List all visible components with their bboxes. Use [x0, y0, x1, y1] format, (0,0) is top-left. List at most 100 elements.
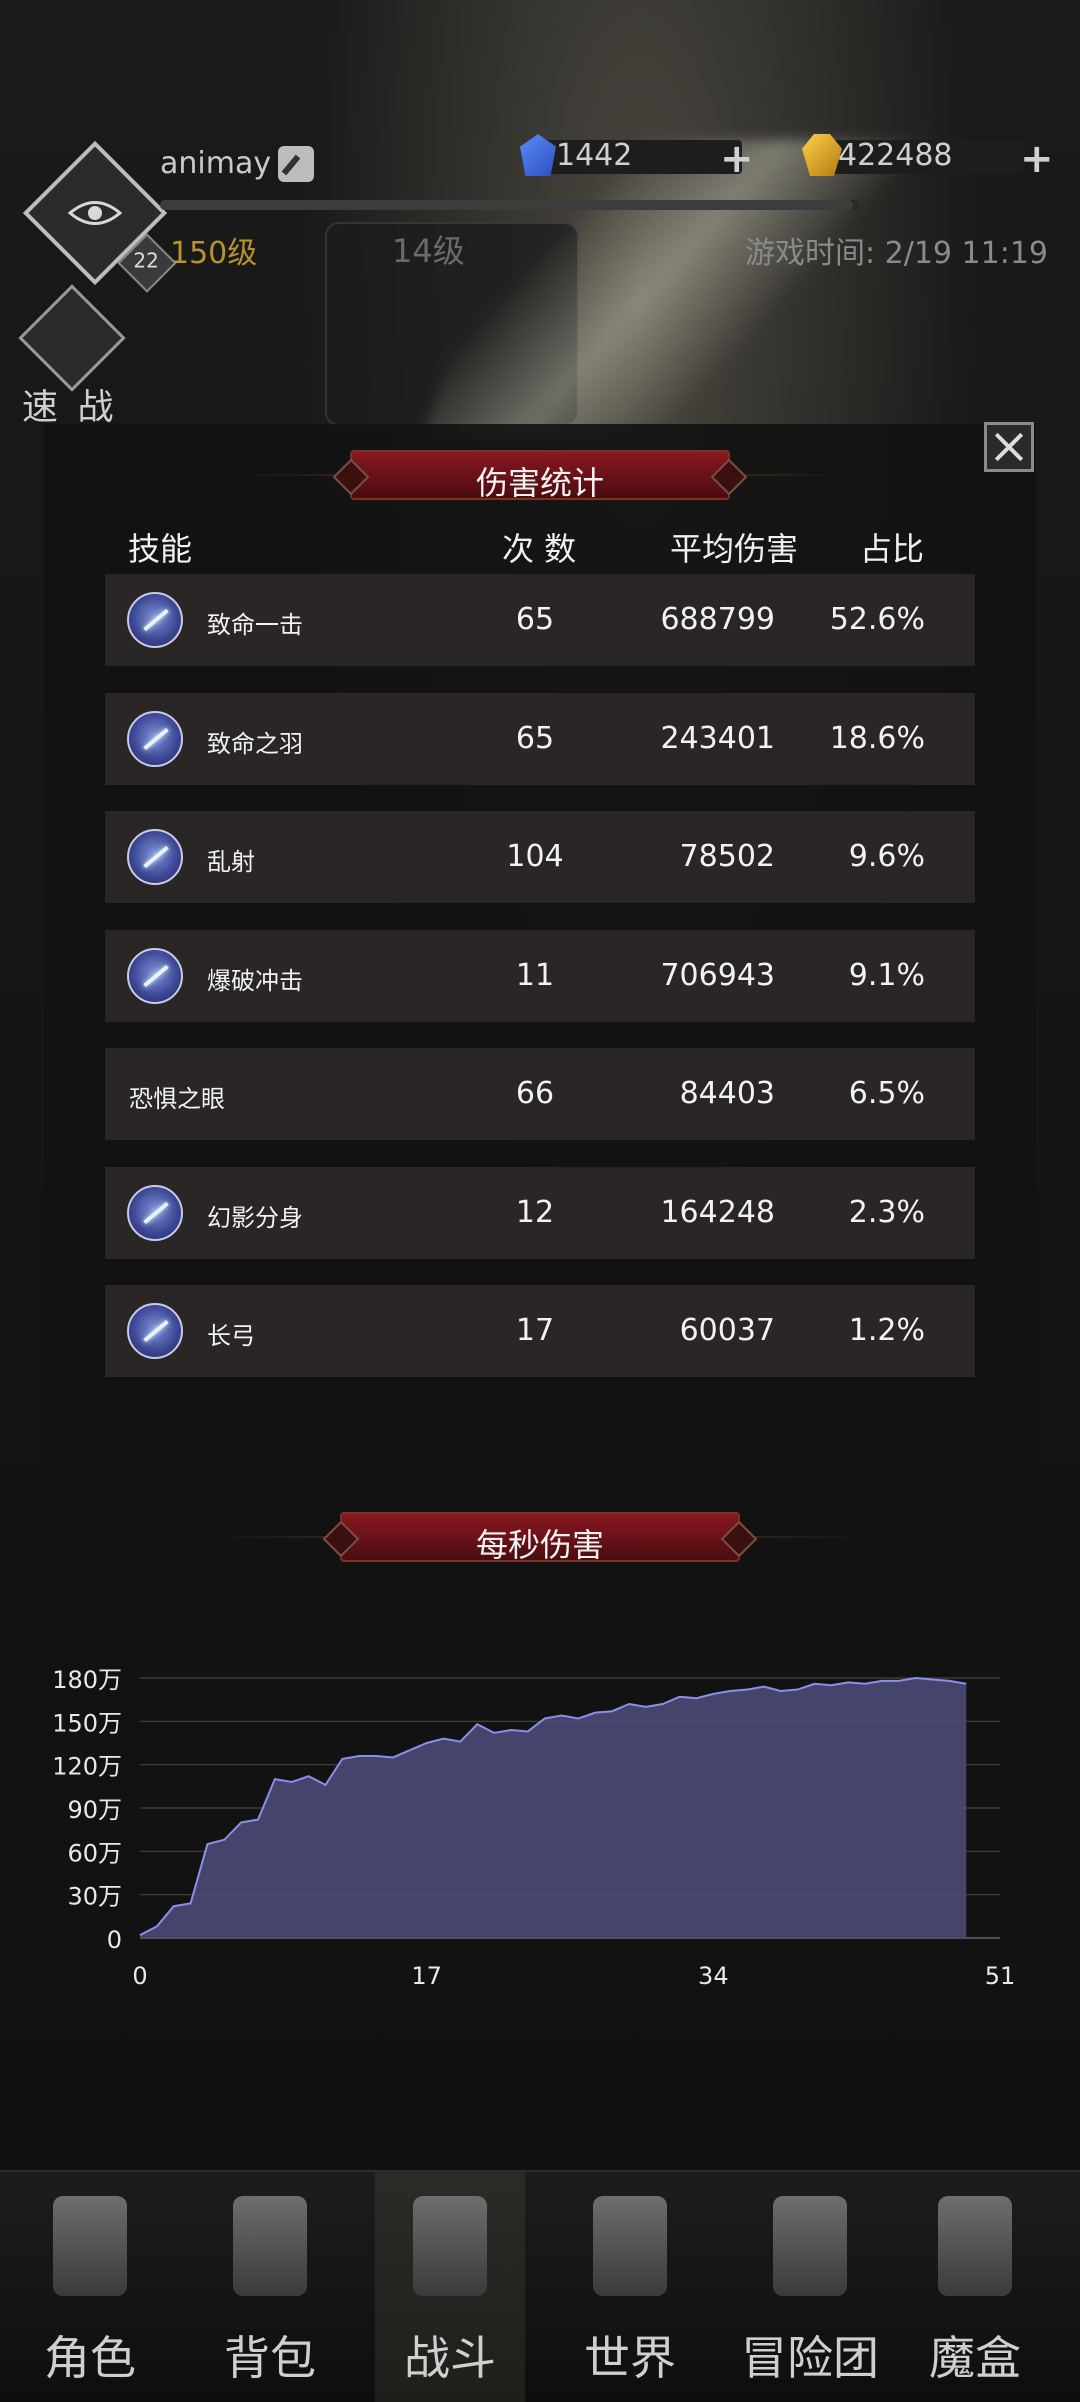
skill-name: 致命之羽	[207, 729, 303, 758]
skill-name: 幻影分身	[207, 1203, 303, 1232]
nav-item-2[interactable]: 战斗	[375, 2172, 525, 2402]
quick-battle-icon	[18, 284, 126, 392]
skill-name: 恐惧之眼	[129, 1085, 225, 1113]
skill-name: 乱射	[207, 848, 255, 876]
x-tick-label: 0	[132, 1962, 147, 1990]
skill-row: 恐惧之眼 66 84403 6.5%	[105, 1048, 975, 1140]
y-tick-label: 30万	[67, 1883, 122, 1911]
dps-banner: 每秒伤害	[210, 1512, 870, 1564]
skill-ratio: 1.2%	[848, 1313, 925, 1348]
y-tick-label: 120万	[52, 1753, 122, 1781]
skill-count: 11	[515, 957, 555, 993]
nav-label: 战斗	[404, 2331, 496, 2385]
skill-count: 65	[515, 602, 555, 637]
quick-battle-button[interactable]: 速 战	[12, 284, 126, 428]
nav-label: 角色	[44, 2331, 136, 2385]
magic-box-icon	[938, 2196, 1012, 2296]
skill-row: 致命之羽 65 243401 18.6%	[105, 692, 975, 785]
longbow-icon	[127, 1303, 183, 1359]
x-tick-label: 17	[411, 1962, 442, 1990]
header-count: 次 数	[502, 530, 577, 568]
nav-item-0[interactable]: 角色	[15, 2172, 165, 2402]
add-gems-button[interactable]: +	[720, 136, 754, 182]
damage-stats-banner: 伤害统计	[230, 450, 850, 502]
dps-title: 每秒伤害	[475, 1526, 604, 1564]
nav-item-5[interactable]: 魔盒	[900, 2172, 1050, 2402]
deadly-feather-icon	[127, 710, 183, 767]
skill-count: 12	[515, 1194, 555, 1230]
skill-count: 17	[515, 1313, 555, 1348]
edit-name-icon[interactable]	[278, 146, 314, 182]
skill-ratio: 9.1%	[848, 957, 925, 993]
bottom-nav: 角色 背包 战斗 世界 冒险团 魔盒	[0, 2170, 1080, 2402]
quick-battle-label: 速 战	[22, 387, 118, 428]
dps-chart: 0 30万 60万 90万 120万 150万 180万 0 17 34 51	[52, 1666, 1016, 1990]
skill-row: 乱射 104 78502 9.6%	[105, 811, 975, 903]
skill-avg-damage: 84403	[679, 1076, 775, 1111]
skill-avg-damage: 60037	[679, 1313, 775, 1348]
username: animay	[160, 146, 272, 181]
skill-row: 致命一击 65 688799 52.6%	[105, 574, 975, 666]
damage-stats-title: 伤害统计	[475, 464, 604, 502]
nav-label: 冒险团	[741, 2331, 879, 2385]
skill-avg-damage: 706943	[660, 957, 775, 993]
eye-icon	[68, 201, 122, 225]
dps-banner-plate: 每秒伤害	[340, 1512, 740, 1564]
nav-label: 背包	[224, 2331, 316, 2385]
exp-bar-fill	[160, 200, 853, 210]
skill-avg-damage: 164248	[660, 1194, 775, 1230]
player-avatar[interactable]: 22	[22, 140, 177, 293]
x-tick-label: 34	[698, 1962, 729, 1990]
header-skill: 技能	[128, 530, 193, 568]
helmet-icon	[53, 2196, 127, 2296]
skill-row: 爆破冲击 11 706943 9.1%	[105, 929, 975, 1022]
y-tick-label: 0	[107, 1926, 122, 1954]
y-tick-label: 60万	[67, 1839, 122, 1867]
skill-ratio: 9.6%	[848, 839, 925, 874]
exp-bar	[160, 200, 860, 210]
nav-item-4[interactable]: 冒险团	[735, 2172, 885, 2402]
skill-name: 爆破冲击	[207, 966, 303, 995]
header-avg-damage: 平均伤害	[670, 530, 799, 568]
barrage-icon	[127, 829, 183, 885]
gold-value: 422488	[838, 138, 953, 173]
skill-ratio: 18.6%	[829, 720, 925, 756]
y-tick-label: 150万	[52, 1709, 122, 1737]
nav-label: 世界	[584, 2331, 676, 2385]
gem-value: 1442	[556, 138, 633, 173]
background-level: 14级	[392, 232, 465, 270]
skill-ratio: 2.3%	[848, 1194, 925, 1230]
add-gold-button[interactable]: +	[1020, 136, 1054, 182]
banner-plate: 伤害统计	[350, 450, 730, 502]
background-glow	[421, 140, 939, 440]
skill-row: 长弓 17 60037 1.2%	[105, 1285, 975, 1377]
skill-count: 66	[515, 1076, 555, 1111]
nav-item-3[interactable]: 世界	[555, 2172, 705, 2402]
nav-item-1[interactable]: 背包	[195, 2172, 345, 2402]
y-tick-label: 90万	[67, 1796, 122, 1824]
skill-avg-damage: 243401	[660, 720, 775, 756]
header-ratio: 占比	[860, 530, 925, 568]
close-icon[interactable]	[984, 422, 1034, 472]
game-time: 游戏时间: 2/19 11:19	[744, 236, 1048, 271]
skill-row: 幻影分身 12 164248 2.3%	[105, 1166, 975, 1259]
skill-count: 104	[506, 839, 564, 874]
skill-count: 65	[515, 720, 555, 756]
player-level: 150级	[170, 236, 258, 271]
map-scroll-icon	[593, 2196, 667, 2296]
skill-avg-damage: 688799	[660, 602, 775, 637]
skill-name: 长弓	[207, 1322, 255, 1350]
critical-strike-icon	[127, 592, 183, 648]
skill-ratio: 6.5%	[848, 1076, 925, 1111]
sword-shield-icon	[413, 2196, 487, 2296]
castle-icon	[773, 2196, 847, 2296]
blast-impact-icon	[127, 947, 183, 1004]
skill-ratio: 52.6%	[829, 602, 925, 637]
y-tick-label: 180万	[52, 1666, 122, 1694]
skill-name: 致命一击	[207, 611, 303, 639]
skill-avg-damage: 78502	[679, 839, 775, 874]
phantom-clone-icon	[127, 1184, 183, 1241]
avatar-badge-text: 22	[133, 248, 159, 273]
backpack-icon	[233, 2196, 307, 2296]
x-tick-label: 51	[985, 1962, 1016, 1990]
